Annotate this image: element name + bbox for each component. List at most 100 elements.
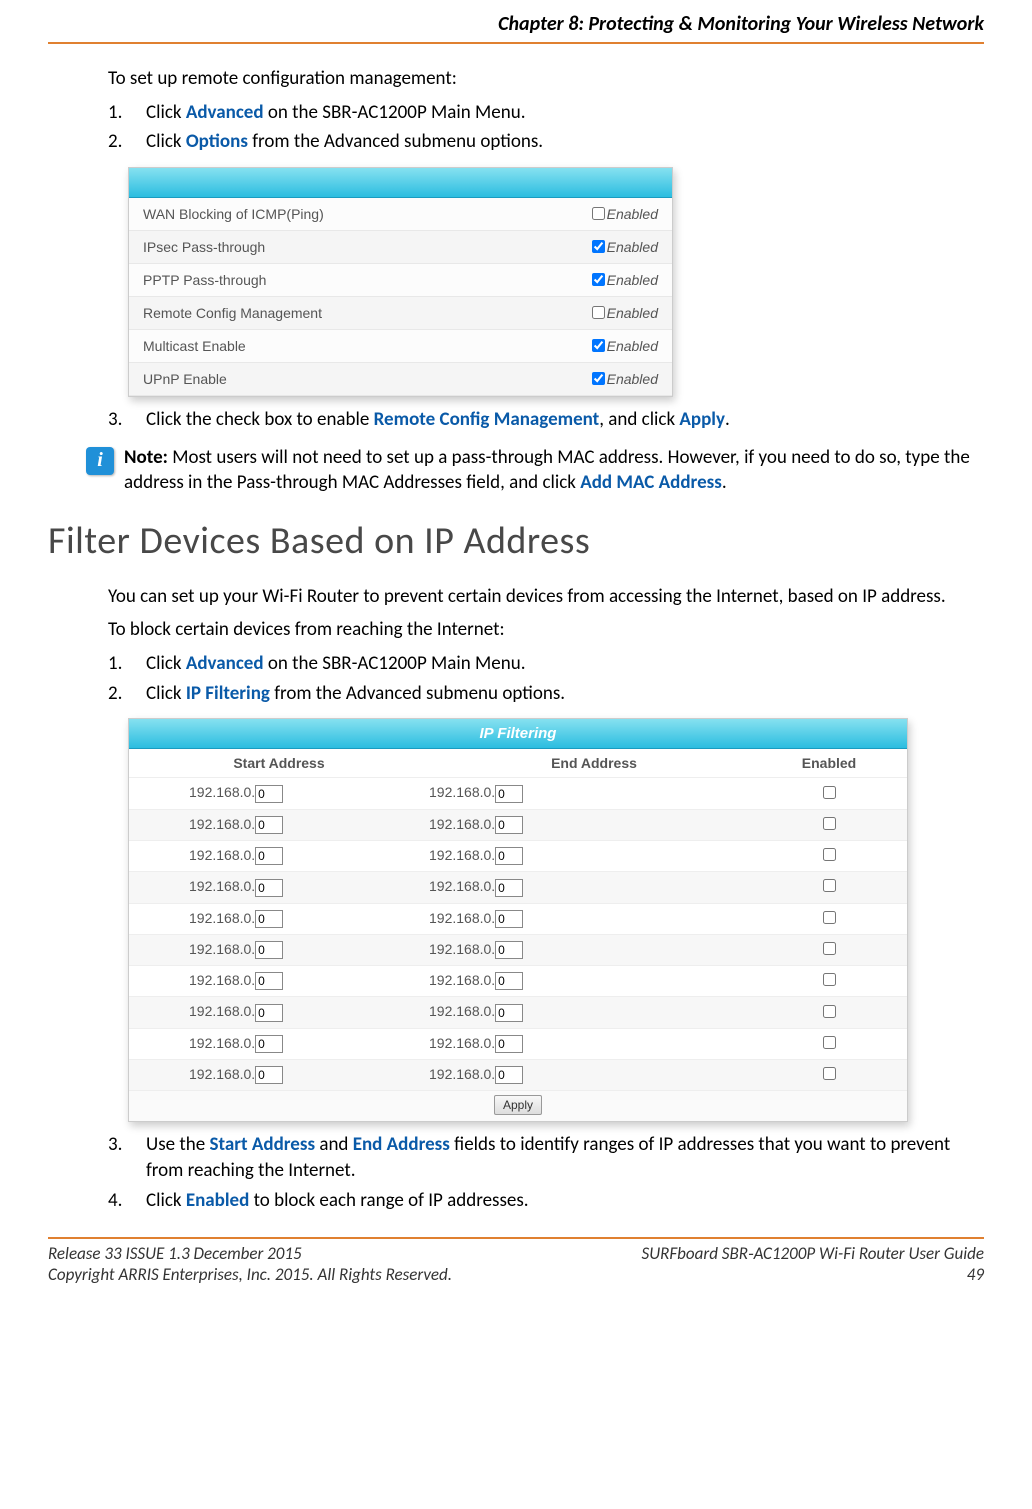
step-number: 4. bbox=[108, 1188, 130, 1214]
col-end: End Address bbox=[429, 755, 759, 771]
ip-enabled-checkbox[interactable] bbox=[823, 817, 836, 830]
options-row: Remote Config ManagementEnabled bbox=[129, 297, 672, 330]
ip-prefix: 192.168.0. bbox=[429, 847, 495, 863]
apply-button[interactable]: Apply bbox=[494, 1095, 542, 1115]
end-octet-input[interactable] bbox=[495, 910, 523, 928]
ip-prefix: 192.168.0. bbox=[429, 972, 495, 988]
ip-enabled-checkbox[interactable] bbox=[823, 786, 836, 799]
options-row: PPTP Pass-throughEnabled bbox=[129, 264, 672, 297]
start-octet-input[interactable] bbox=[255, 1066, 283, 1084]
start-octet-input[interactable] bbox=[255, 879, 283, 897]
note-block: i Note: Most users will not need to set … bbox=[86, 445, 984, 496]
enabled-text: Enabled bbox=[607, 239, 658, 255]
ip-table-title: IP Filtering bbox=[129, 719, 907, 749]
start-octet-input[interactable] bbox=[255, 941, 283, 959]
enabled-checkbox[interactable] bbox=[592, 306, 605, 319]
enabled-checkbox[interactable] bbox=[592, 273, 605, 286]
start-octet-input[interactable] bbox=[255, 910, 283, 928]
step-number: 2. bbox=[108, 681, 130, 707]
step-3: 3. Click the check box to enable Remote … bbox=[108, 407, 984, 433]
footer-page: 49 bbox=[642, 1264, 984, 1285]
ip-enabled-checkbox[interactable] bbox=[823, 973, 836, 986]
enabled-checkbox[interactable] bbox=[592, 207, 605, 220]
ip-row: 192.168.0.192.168.0. bbox=[129, 872, 907, 903]
ip-row: 192.168.0.192.168.0. bbox=[129, 1029, 907, 1060]
end-octet-input[interactable] bbox=[495, 785, 523, 803]
ip-prefix: 192.168.0. bbox=[189, 941, 255, 957]
ip-row: 192.168.0.192.168.0. bbox=[129, 904, 907, 935]
ip-row: 192.168.0.192.168.0. bbox=[129, 810, 907, 841]
enabled-text: Enabled bbox=[607, 206, 658, 222]
enabled-text: Enabled bbox=[607, 338, 658, 354]
start-octet-input[interactable] bbox=[255, 847, 283, 865]
ip-prefix: 192.168.0. bbox=[429, 784, 495, 800]
option-label: Multicast Enable bbox=[143, 338, 592, 354]
ip-row: 192.168.0.192.168.0. bbox=[129, 966, 907, 997]
end-octet-input[interactable] bbox=[495, 847, 523, 865]
section2-title: Filter Devices Based on IP Address bbox=[48, 518, 984, 564]
ip-enabled-checkbox[interactable] bbox=[823, 942, 836, 955]
end-octet-input[interactable] bbox=[495, 1066, 523, 1084]
end-octet-input[interactable] bbox=[495, 1035, 523, 1053]
enabled-text: Enabled bbox=[607, 272, 658, 288]
options-row: IPsec Pass-through Enabled bbox=[129, 231, 672, 264]
start-octet-input[interactable] bbox=[255, 785, 283, 803]
info-icon: i bbox=[86, 447, 114, 475]
ip-enabled-checkbox[interactable] bbox=[823, 1005, 836, 1018]
ip-table-header: Start Address End Address Enabled bbox=[129, 749, 907, 778]
ip-enabled-checkbox[interactable] bbox=[823, 848, 836, 861]
link-add-mac: Add MAC Address bbox=[580, 471, 722, 494]
start-octet-input[interactable] bbox=[255, 816, 283, 834]
ip-prefix: 192.168.0. bbox=[429, 1066, 495, 1082]
section2-p1: You can set up your Wi-Fi Router to prev… bbox=[108, 584, 984, 610]
end-octet-input[interactable] bbox=[495, 972, 523, 990]
step-2: 2. Click IP Filtering from the Advanced … bbox=[108, 681, 984, 707]
link-apply: Apply bbox=[679, 408, 725, 431]
col-start: Start Address bbox=[129, 755, 429, 771]
link-remote-config: Remote Config Management bbox=[374, 408, 600, 431]
ip-enabled-checkbox[interactable] bbox=[823, 1036, 836, 1049]
enabled-text: Enabled bbox=[607, 305, 658, 321]
ip-enabled-checkbox[interactable] bbox=[823, 911, 836, 924]
ip-prefix: 192.168.0. bbox=[189, 1003, 255, 1019]
page-header: Chapter 8: Protecting & Monitoring Your … bbox=[48, 0, 984, 44]
link-enabled: Enabled bbox=[186, 1189, 249, 1212]
option-label: WAN Blocking of ICMP(Ping) bbox=[143, 206, 592, 222]
enabled-checkbox[interactable] bbox=[592, 339, 605, 352]
start-octet-input[interactable] bbox=[255, 1035, 283, 1053]
options-row: UPnP EnableEnabled bbox=[129, 363, 672, 396]
end-octet-input[interactable] bbox=[495, 941, 523, 959]
step-number: 1. bbox=[108, 651, 130, 677]
enabled-checkbox[interactable] bbox=[592, 240, 605, 253]
step-number: 3. bbox=[108, 1132, 130, 1183]
start-octet-input[interactable] bbox=[255, 1004, 283, 1022]
ip-prefix: 192.168.0. bbox=[189, 816, 255, 832]
enabled-checkbox[interactable] bbox=[592, 372, 605, 385]
ip-row: 192.168.0.192.168.0. bbox=[129, 841, 907, 872]
ip-enabled-checkbox[interactable] bbox=[823, 1067, 836, 1080]
link-options: Options bbox=[186, 130, 248, 153]
chapter-title: Chapter 8: Protecting & Monitoring Your … bbox=[498, 12, 984, 36]
step-3: 3. Use the Start Address and End Address… bbox=[108, 1132, 984, 1183]
option-label: IPsec Pass-through bbox=[143, 239, 592, 255]
ip-row: 192.168.0.192.168.0. bbox=[129, 778, 907, 809]
step-number: 3. bbox=[108, 407, 130, 433]
end-octet-input[interactable] bbox=[495, 879, 523, 897]
col-enabled: Enabled bbox=[759, 755, 899, 771]
step-2: 2. Click Options from the Advanced subme… bbox=[108, 129, 984, 155]
start-octet-input[interactable] bbox=[255, 972, 283, 990]
end-octet-input[interactable] bbox=[495, 1004, 523, 1022]
note-label: Note: bbox=[124, 446, 168, 469]
options-row: WAN Blocking of ICMP(Ping) Enabled bbox=[129, 198, 672, 231]
ip-prefix: 192.168.0. bbox=[189, 1066, 255, 1082]
step-number: 1. bbox=[108, 100, 130, 126]
end-octet-input[interactable] bbox=[495, 816, 523, 834]
step-number: 2. bbox=[108, 129, 130, 155]
section2-p2: To block certain devices from reaching t… bbox=[108, 617, 984, 643]
screenshot-titlebar bbox=[129, 168, 672, 198]
ip-prefix: 192.168.0. bbox=[429, 1035, 495, 1051]
ip-enabled-checkbox[interactable] bbox=[823, 879, 836, 892]
option-label: UPnP Enable bbox=[143, 371, 592, 387]
link-end-address: End Address bbox=[353, 1133, 450, 1156]
footer-release: Release 33 ISSUE 1.3 December 2015 bbox=[48, 1243, 452, 1264]
